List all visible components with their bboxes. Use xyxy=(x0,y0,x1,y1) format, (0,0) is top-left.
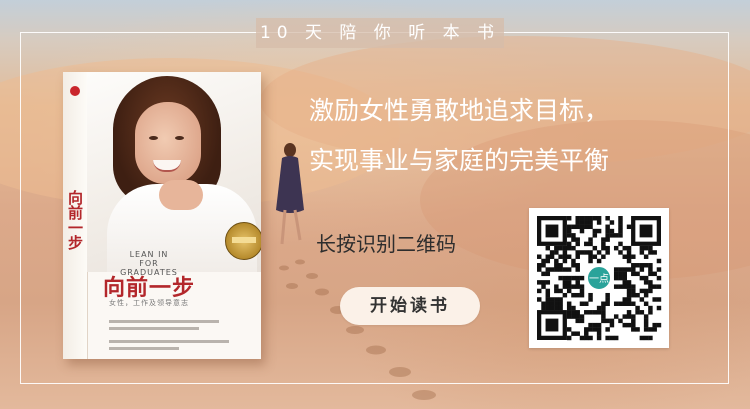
spine-title: 向前一步 xyxy=(66,190,84,250)
slogan-line-2: 实现事业与家庭的完美平衡 xyxy=(309,146,610,175)
author-photo xyxy=(87,72,261,272)
qr-code-icon: 一点 xyxy=(537,216,662,341)
cover-fine-print xyxy=(109,347,179,350)
cover-english-main: LEAN IN xyxy=(129,250,169,259)
slogan-line-1: 激励女性勇敢地追求目标， xyxy=(309,96,610,125)
cover-subtitle: 女性，工作及领导意志 xyxy=(109,299,189,307)
qr-code[interactable]: 一点 xyxy=(529,208,669,348)
publisher-logo-icon xyxy=(70,86,80,96)
cover-fine-print xyxy=(109,340,229,343)
qr-center-badge-label: 一点 xyxy=(589,273,609,285)
promo-banner: 10 天 陪 你 听 本 书 向前一步 LEAN IN FOR GRADUATE… xyxy=(0,0,750,409)
eye xyxy=(175,136,184,140)
book-cover[interactable]: 向前一步 LEAN IN FOR GRADUATES 向前一步 女性，工作及领导… xyxy=(63,72,261,359)
eye xyxy=(149,136,158,140)
book-spine: 向前一步 xyxy=(63,72,88,359)
cover-fine-print xyxy=(109,320,219,323)
cover-fine-print xyxy=(109,327,199,330)
start-reading-button[interactable]: 开始读书 xyxy=(340,287,480,325)
qr-caption: 长按识别二维码 xyxy=(316,232,456,256)
hand xyxy=(159,180,203,210)
banner-title: 10 天 陪 你 听 本 书 xyxy=(256,18,504,48)
award-seal-icon xyxy=(225,222,261,260)
